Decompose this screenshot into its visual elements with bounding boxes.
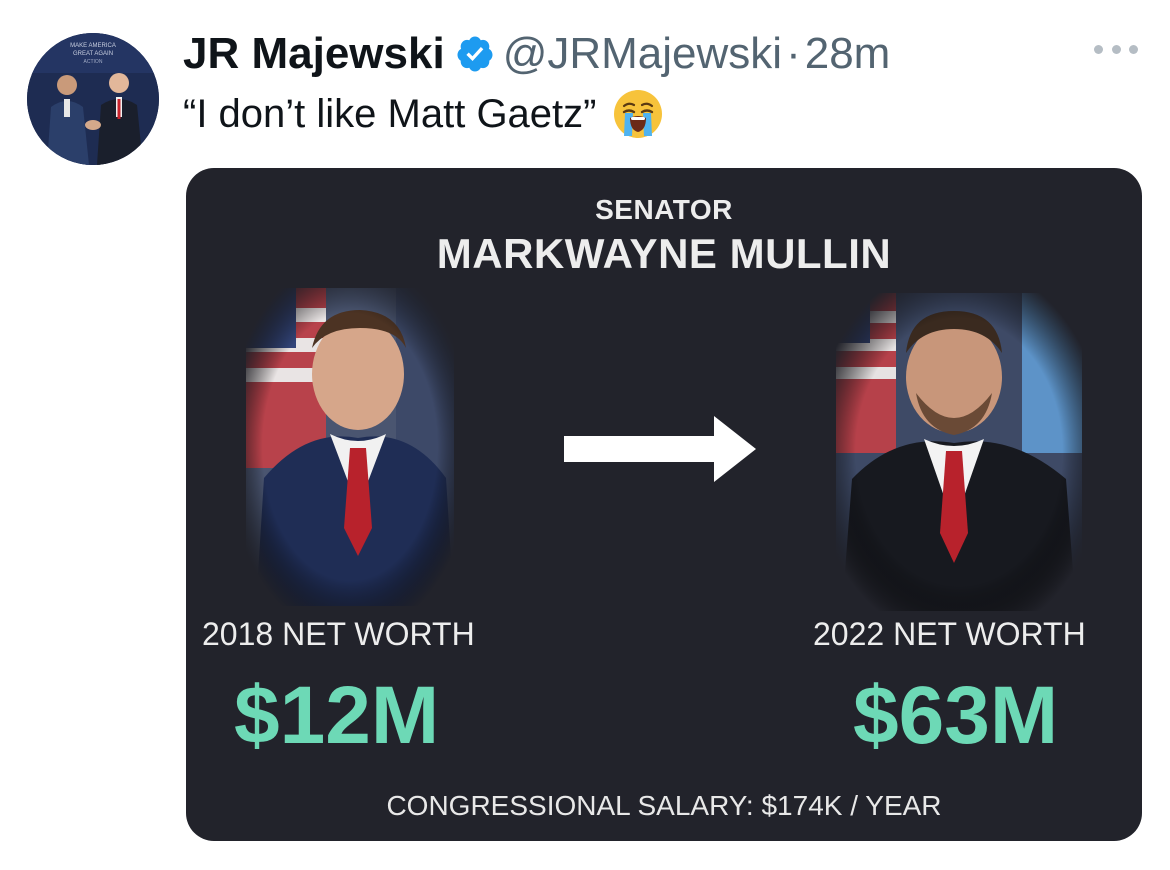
verified-badge-icon bbox=[455, 34, 495, 74]
author-avatar[interactable]: MAKE AMERICA GREAT AGAIN ACTION bbox=[27, 33, 159, 165]
tweet-media-image[interactable]: SENATOR MARKWAYNE MULLIN 2018 NET WORTH … bbox=[186, 168, 1142, 841]
svg-text:ACTION: ACTION bbox=[84, 59, 103, 65]
media-title-large: MARKWAYNE MULLIN bbox=[436, 230, 892, 277]
tweet-header: JR Majewski @JRMajewski · 28m bbox=[183, 28, 890, 80]
portrait-2018 bbox=[246, 288, 454, 606]
author-name[interactable]: JR Majewski bbox=[183, 28, 445, 80]
more-options-icon[interactable] bbox=[1088, 34, 1144, 64]
svg-text:GREAT AGAIN: GREAT AGAIN bbox=[73, 51, 113, 57]
right-net-worth-label: 2022 NET WORTH bbox=[813, 616, 1086, 652]
left-net-worth-value: $12M bbox=[234, 670, 440, 761]
media-title-small: SENATOR bbox=[595, 194, 733, 225]
tweet: MAKE AMERICA GREAT AGAIN ACTION JR Majew… bbox=[0, 0, 1170, 870]
tweet-text-content: “I don’t like Matt Gaetz” bbox=[183, 92, 597, 136]
svg-text:MAKE AMERICA: MAKE AMERICA bbox=[70, 43, 116, 49]
author-handle[interactable]: @JRMajewski bbox=[503, 28, 782, 80]
arrow-right-icon bbox=[564, 416, 756, 482]
tweet-text: “I don’t like Matt Gaetz” bbox=[183, 88, 664, 140]
left-net-worth-label: 2018 NET WORTH bbox=[202, 616, 475, 652]
header-separator: · bbox=[786, 29, 801, 78]
tweet-timestamp[interactable]: 28m bbox=[805, 28, 891, 80]
avatar-photo: MAKE AMERICA GREAT AGAIN ACTION bbox=[27, 33, 159, 165]
right-net-worth-value: $63M bbox=[853, 670, 1059, 761]
loudly-crying-face-icon bbox=[612, 88, 664, 140]
salary-caption: CONGRESSIONAL SALARY: $174K / YEAR bbox=[386, 790, 942, 821]
portrait-2022 bbox=[836, 293, 1082, 611]
